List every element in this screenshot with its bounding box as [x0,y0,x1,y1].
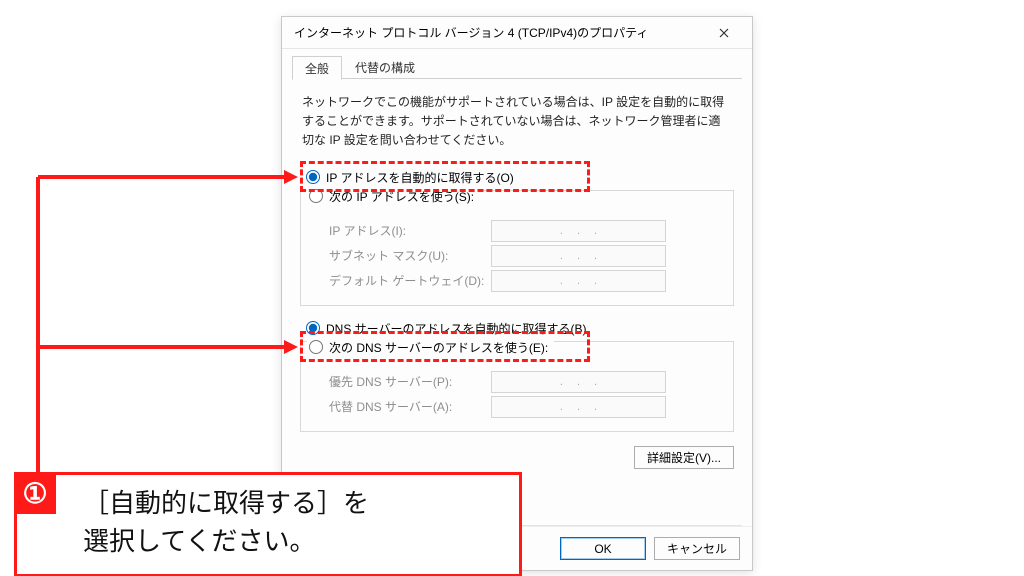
dns-alt-row: 代替 DNS サーバー(A): ... [311,396,723,418]
arrow-to-dns-auto [0,0,320,480]
description-text: ネットワークでこの機能がサポートされている場合は、IP 設定を自動的に取得するこ… [302,93,732,151]
gateway-row: デフォルト ゲートウェイ(D): ... [311,270,723,292]
dns-auto-radio[interactable] [306,321,320,335]
subnet-row: サブネット マスク(U): ... [311,245,723,267]
ip-address-row: IP アドレス(I): ... [311,220,723,242]
step-number-badge: ① [14,472,56,514]
instruction-callout: ［自動的に取得する］を 選択してください。 [14,472,522,576]
tab-alternate-config[interactable]: 代替の構成 [342,55,428,79]
dns-manual-group: 次の DNS サーバーのアドレスを使う(E): 優先 DNS サーバー(P): … [300,341,734,432]
close-button[interactable] [704,19,744,47]
dns-pref-input[interactable]: ... [491,371,666,393]
dns-manual-label: 次の DNS サーバーのアドレスを使う(E): [329,339,548,356]
arrow-to-ip-auto [0,0,320,360]
gateway-label: デフォルト ゲートウェイ(D): [311,272,491,289]
tabs: 全般 代替の構成 [292,55,742,79]
ip-manual-radio[interactable] [309,189,323,203]
dns-alt-label: 代替 DNS サーバー(A): [311,398,491,415]
dns-manual-radio[interactable] [309,340,323,354]
tab-general[interactable]: 全般 [292,56,342,80]
ip-address-label: IP アドレス(I): [311,222,491,239]
subnet-input[interactable]: ... [491,245,666,267]
dialog-title: インターネット プロトコル バージョン 4 (TCP/IPv4)のプロパティ [294,24,704,41]
dns-pref-label: 優先 DNS サーバー(P): [311,373,491,390]
close-icon [719,28,729,38]
ok-button[interactable]: OK [560,537,646,560]
ip-address-input[interactable]: ... [491,220,666,242]
gateway-input[interactable]: ... [491,270,666,292]
ip-manual-group: 次の IP アドレスを使う(S): IP アドレス(I): ... サブネット … [300,190,734,306]
dns-pref-row: 優先 DNS サーバー(P): ... [311,371,723,393]
advanced-button[interactable]: 詳細設定(V)... [634,446,734,469]
ip-manual-label: 次の IP アドレスを使う(S): [329,188,474,205]
cancel-button[interactable]: キャンセル [654,537,740,560]
ip-manual-radio-row[interactable]: 次の IP アドレスを使う(S): [307,184,480,209]
titlebar: インターネット プロトコル バージョン 4 (TCP/IPv4)のプロパティ [282,17,752,49]
instruction-text: ［自動的に取得する］を 選択してください。 [83,488,369,556]
subnet-label: サブネット マスク(U): [311,247,491,264]
dns-alt-input[interactable]: ... [491,396,666,418]
ip-auto-radio[interactable] [306,170,320,184]
dns-manual-radio-row[interactable]: 次の DNS サーバーのアドレスを使う(E): [307,335,554,360]
